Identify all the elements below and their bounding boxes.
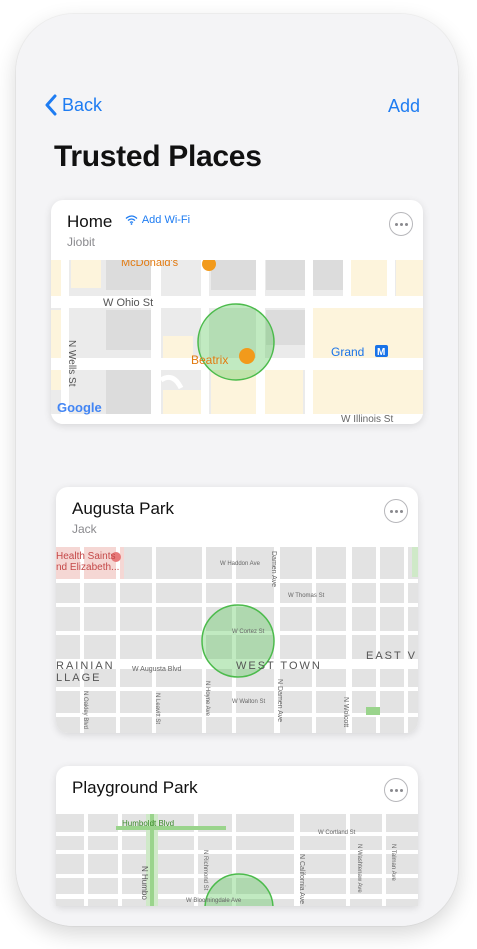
map-label-street2: N Wells St xyxy=(66,340,77,387)
map-label-california: N California Ave xyxy=(298,854,305,904)
more-options-button[interactable] xyxy=(384,778,408,802)
map-label-neighborhood1: WEST TOWN xyxy=(236,660,322,672)
place-card-augusta-park[interactable]: Augusta Park Jack Health Saints nd Eliza… xyxy=(56,487,418,733)
map-home[interactable]: W Ohio St Grand M Beatrix McDonald's W I… xyxy=(51,260,423,424)
map-label-transit: Grand xyxy=(331,345,364,359)
map-label-neighborhood3: EAST V xyxy=(366,650,417,662)
map-label-street1: W Ohio St xyxy=(103,297,153,309)
place-card-playground-park[interactable]: Playground Park Humboldt Blvd W Cortland… xyxy=(56,766,418,906)
card-header: Home Add Wi-Fi Jiobit xyxy=(51,200,423,260)
map-label-cortland: W Cortland St xyxy=(318,830,356,836)
card-header: Augusta Park Jack xyxy=(56,487,418,547)
map-label-augusta: W Augusta Blvd xyxy=(132,666,182,673)
map-label-bloomingdale: W Bloomingdale Ave xyxy=(186,898,242,904)
place-owner: Jiobit xyxy=(67,235,96,249)
place-name: Home xyxy=(67,212,113,231)
screen: Back Add Trusted Places Home Add Wi-Fi J… xyxy=(16,14,458,926)
map-label-wolcott: N Wolcott xyxy=(342,697,349,727)
place-card-home[interactable]: Home Add Wi-Fi Jiobit W Ohio St Grand M … xyxy=(51,200,423,424)
map-label-humb2: N Humbo xyxy=(140,866,149,900)
map-label-haddon: W Haddon Ave xyxy=(220,561,261,567)
page-title: Trusted Places xyxy=(54,140,262,173)
map-label-hoyne: N Hoyne Ave xyxy=(204,681,210,717)
place-owner: Jack xyxy=(72,522,97,536)
map-label-talman: N Talman Ave xyxy=(390,844,396,881)
map-label-richmond: N Richmond St xyxy=(202,850,208,891)
svg-text:M: M xyxy=(377,347,385,358)
back-button[interactable]: Back xyxy=(44,94,102,116)
map-label-poi1: McDonald's xyxy=(121,260,179,269)
place-name: Augusta Park xyxy=(72,499,175,518)
add-wifi-link[interactable]: Add Wi-Fi xyxy=(125,214,190,226)
map-label-poi: Health Saints nd Elizabeth... xyxy=(56,551,119,573)
map-label-cortez: W Cortez St xyxy=(232,629,265,635)
map-label-thomas: W Thomas St xyxy=(288,593,325,599)
map-label-damen2: N Damen Ave xyxy=(276,679,283,722)
add-wifi-label: Add Wi-Fi xyxy=(141,214,191,226)
map-label-leavitt: N Leavitt St xyxy=(154,693,160,724)
map-label-poi2: Beatrix xyxy=(191,353,228,367)
map-label-street3: W Illinois St xyxy=(341,414,393,424)
map-label-damen: Damen Ave xyxy=(270,551,277,587)
map-label-walton: W Walton St xyxy=(232,699,265,705)
map-augusta-park[interactable]: Health Saints nd Elizabeth... WEST TOWN R… xyxy=(56,547,418,733)
chevron-left-icon xyxy=(45,94,57,116)
map-label-humboldt: Humboldt Blvd xyxy=(122,819,174,828)
map-playground-park[interactable]: Humboldt Blvd W Cortland St W Bloomingda… xyxy=(56,814,418,906)
map-label-washtenaw: N Washtenaw Ave xyxy=(356,844,362,893)
map-label-oakley: N Oakley Blvd xyxy=(82,691,88,729)
wifi-icon xyxy=(125,215,138,225)
phone-frame: Back Add Trusted Places Home Add Wi-Fi J… xyxy=(16,14,458,926)
place-name: Playground Park xyxy=(72,778,198,797)
google-logo: Google xyxy=(57,400,102,415)
back-label: Back xyxy=(62,94,103,115)
navigation-bar: Back Add xyxy=(16,94,458,124)
more-options-button[interactable] xyxy=(384,499,408,523)
more-options-button[interactable] xyxy=(389,212,413,236)
add-button[interactable]: Add xyxy=(388,96,420,117)
